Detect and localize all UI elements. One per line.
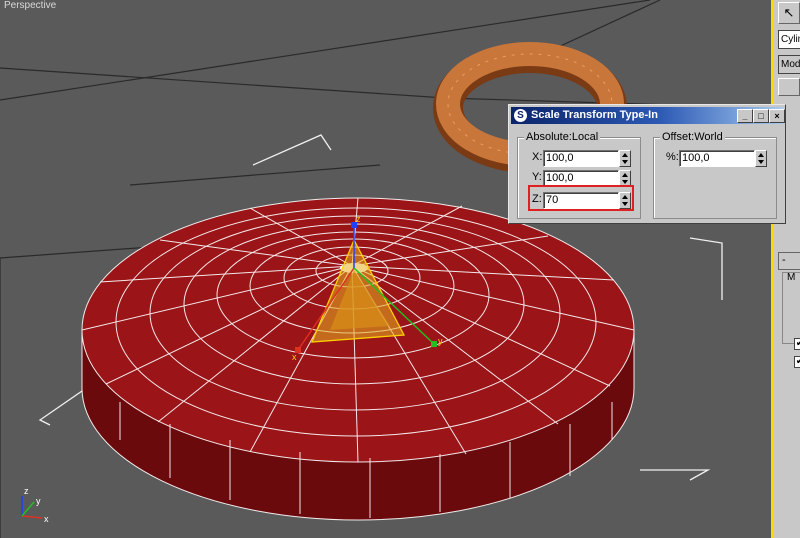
minimize-button[interactable]: _ xyxy=(737,109,753,123)
viewport-label[interactable]: Perspective xyxy=(4,0,56,11)
parameters-group: M xyxy=(782,272,800,344)
tripod-z-label: z xyxy=(24,486,29,496)
checkbox-2[interactable]: ✔ xyxy=(794,356,800,368)
offset-world-label: Offset:World xyxy=(660,131,725,143)
x-scale-input[interactable]: 100,0 xyxy=(543,150,619,167)
scene-canvas[interactable]: z x y z x y xyxy=(0,0,772,538)
tripod-x-label: x xyxy=(44,514,49,524)
y-label: Y: xyxy=(532,171,542,183)
x-spinner[interactable] xyxy=(619,150,631,167)
x-label: X: xyxy=(532,151,543,163)
perspective-viewport[interactable]: z x y z x y Perspective xyxy=(0,0,772,538)
offset-world-group: Offset:World %: 100,0 xyxy=(653,131,777,219)
object-name-field[interactable]: Cylinder01 xyxy=(778,30,800,49)
command-panel: ↖ Cylinder01 Modifier List - M ✔ ✔ xyxy=(774,0,800,538)
modifier-list-dropdown[interactable]: Modifier List xyxy=(778,55,800,74)
tripod-y-label: y xyxy=(36,496,41,506)
gizmo-y-label: y xyxy=(438,336,443,346)
percent-row: %: 100,0 xyxy=(666,150,774,167)
z-field-highlight xyxy=(528,185,634,211)
percent-offset-input[interactable]: 100,0 xyxy=(679,150,755,167)
cursor-icon[interactable]: ↖ xyxy=(778,2,800,24)
app-logo-icon: S xyxy=(514,109,527,122)
maximize-button[interactable]: □ xyxy=(753,109,769,123)
dialog-titlebar[interactable]: S Scale Transform Type-In _ □ × xyxy=(511,107,785,124)
gizmo-x-label: x xyxy=(292,352,297,362)
dialog-title: Scale Transform Type-In xyxy=(531,109,658,121)
rollout-header[interactable]: - xyxy=(778,252,800,270)
checkbox-1[interactable]: ✔ xyxy=(794,338,800,350)
gizmo-z-label: z xyxy=(356,214,361,224)
group-label: M xyxy=(787,272,796,283)
pin-stack-icon[interactable] xyxy=(778,78,800,96)
percent-label: %: xyxy=(666,151,679,163)
absolute-local-label: Absolute:Local xyxy=(524,131,601,143)
rollout-collapse[interactable]: - xyxy=(782,254,786,266)
x-row: X: 100,0 xyxy=(532,150,640,167)
percent-spinner[interactable] xyxy=(755,150,767,167)
close-button[interactable]: × xyxy=(769,109,785,123)
